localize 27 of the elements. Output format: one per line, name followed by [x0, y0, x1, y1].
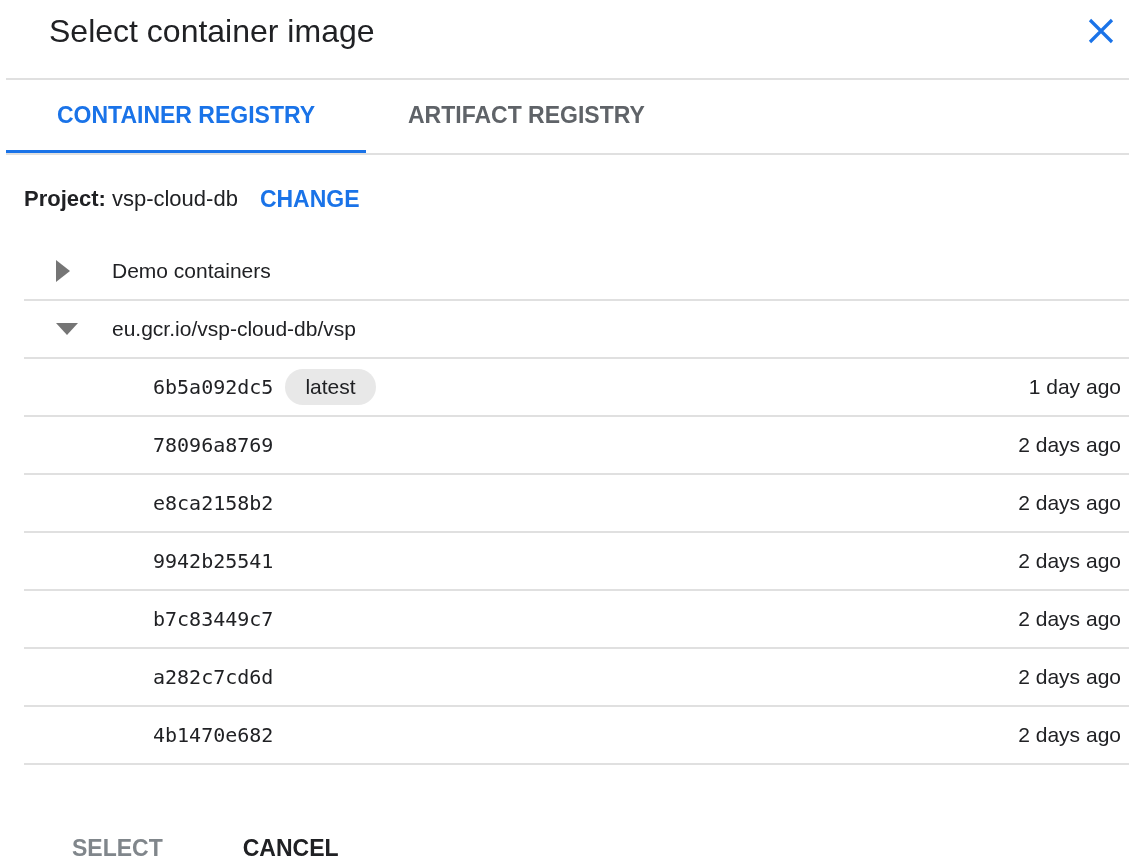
tag-chip: latest — [285, 369, 376, 405]
folder-name[interactable]: eu.gcr.io/vsp-cloud-db/vsp — [112, 317, 356, 341]
tab[interactable]: CONTAINER REGISTRY — [6, 80, 366, 153]
image-digest[interactable]: 9942b25541 — [153, 549, 274, 573]
image-age: 1 day ago — [1028, 375, 1121, 399]
image-digest[interactable]: b7c83449c7 — [153, 607, 274, 631]
close-icon — [1087, 17, 1115, 45]
image-age: 2 days ago — [1018, 491, 1121, 515]
image-digest[interactable]: a282c7cd6d — [153, 665, 274, 689]
image-digest[interactable]: 78096a8769 — [153, 433, 274, 457]
image-digest[interactable]: 6b5a092dc5 — [153, 375, 274, 399]
caret-right-icon — [56, 260, 70, 282]
image-age: 2 days ago — [1018, 723, 1121, 747]
image-age: 2 days ago — [1018, 433, 1121, 457]
image-digest[interactable]: e8ca2158b2 — [153, 491, 274, 515]
caret-down-icon — [56, 323, 78, 335]
folder-name[interactable]: Demo containers — [112, 259, 271, 283]
image-age: 2 days ago — [1018, 549, 1121, 573]
project-label: Project: — [24, 186, 106, 212]
project-name: vsp-cloud-db — [111, 186, 238, 212]
image-digest[interactable]: 4b1470e682 — [153, 723, 274, 747]
change-link[interactable]: CHANGE — [259, 185, 360, 213]
dialog-title: Select container image — [49, 12, 375, 50]
image-age: 2 days ago — [1018, 665, 1121, 689]
tab[interactable]: ARTIFACT REGISTRY — [366, 80, 687, 153]
dialog-button[interactable]: CANCEL — [226, 831, 355, 863]
image-age: 2 days ago — [1018, 607, 1121, 631]
